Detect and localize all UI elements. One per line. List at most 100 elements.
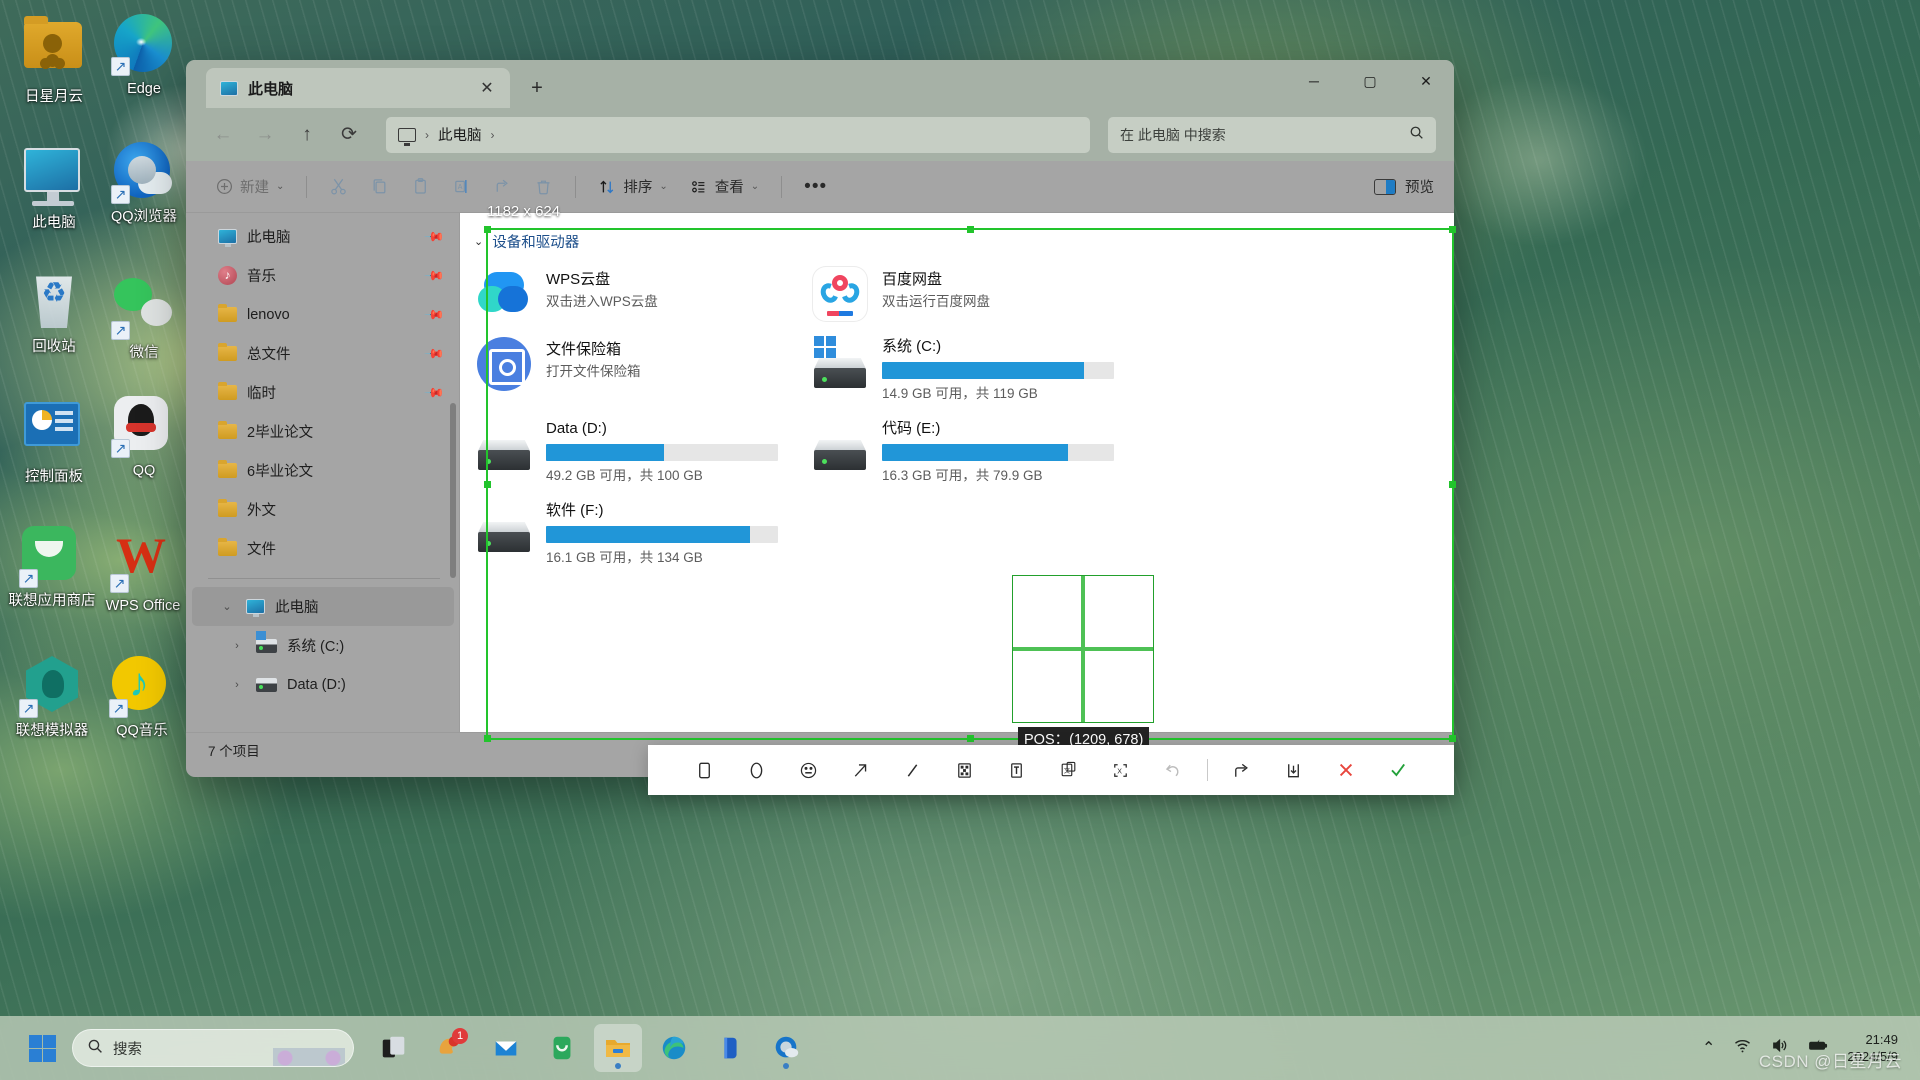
desktop-icon-control-panel[interactable]: 控制面板 [6,396,102,486]
taskbar-onedrive-blue[interactable] [706,1024,754,1072]
item-count-label: 7 个项目 [208,743,260,759]
search-input[interactable]: 在 此电脑 中搜索 [1108,116,1436,153]
breadcrumb-item[interactable]: 此电脑 [438,124,482,145]
share-button[interactable] [483,170,522,204]
taskbar-edge[interactable] [650,1024,698,1072]
new-button[interactable]: 新建 ⌄ [206,170,294,204]
address-bar[interactable]: › 此电脑 › [386,116,1090,153]
chevron-down-icon[interactable]: ⌄ [218,600,236,613]
sidebar-tree-data-d[interactable]: › Data (D:) [186,665,460,704]
desktop-icon-qq[interactable]: ↗ QQ [96,396,192,480]
sidebar-item-label: 总文件 [247,347,291,363]
mosaic-tool[interactable] [939,745,991,795]
translate-tool[interactable]: 文 [1043,745,1095,795]
capture-magnifier [1012,575,1154,723]
item-baidu-netdisk[interactable]: 百度网盘 双击运行百度网盘 [812,262,1148,326]
desktop-icon-recycle-bin[interactable]: 回收站 [6,272,102,356]
ellipse-tool[interactable] [731,745,783,795]
chevron-down-icon[interactable]: ⌄ [474,235,483,248]
cancel-tool[interactable] [1320,745,1372,795]
taskbar-search-box[interactable]: 搜索 [72,1029,354,1067]
item-wps-cloud[interactable]: WPS云盘 双击进入WPS云盘 [476,262,812,326]
desktop-icon-this-pc[interactable]: 此电脑 [6,142,102,232]
drive-icon [812,418,868,474]
music-icon [218,266,237,285]
up-icon[interactable]: ↑ [288,118,326,152]
start-button[interactable] [22,1028,62,1068]
sidebar-item-thesis-6[interactable]: 6毕业论文 [186,451,460,490]
delete-button[interactable] [524,170,563,204]
emoji-tool[interactable] [783,745,835,795]
watermark: CSDN @日星月云 [1758,1052,1902,1071]
sidebar-tree-system-c[interactable]: › 系统 (C:) [186,626,460,665]
taskbar-qq-browser[interactable] [762,1024,810,1072]
sidebar-item-all-files[interactable]: 总文件 📌 [186,334,460,373]
pin-icon[interactable]: 📌 [423,225,445,248]
command-toolbar: 新建 ⌄ A 排序 ⌄ 查看 ⌄ ••• 预览 [186,161,1454,213]
drive-usage-bar [882,362,1114,379]
sidebar-item-this-pc[interactable]: 此电脑 📌 [186,217,460,256]
pen-tool[interactable] [887,745,939,795]
chevron-right-icon[interactable]: › [228,640,246,652]
taskbar-paint[interactable]: 1 [426,1024,474,1072]
pin-icon[interactable]: 📌 [423,264,445,287]
sidebar-item-music[interactable]: 音乐 📌 [186,256,460,295]
taskbar-file-explorer[interactable] [594,1024,642,1072]
forward-icon[interactable]: → [246,118,284,152]
taskbar-task-view[interactable] [370,1024,418,1072]
preview-pane-button[interactable]: 预览 [1374,176,1434,197]
text-tool[interactable] [991,745,1043,795]
desktop-icon-wps-office[interactable]: ↗ WPS Office [88,526,198,615]
sort-button[interactable]: 排序 ⌄ [588,170,677,204]
desktop-icon-edge[interactable]: ↗ Edge [96,14,192,98]
sidebar-item-files[interactable]: 文件 [186,529,460,568]
group-header-devices[interactable]: ⌄ 设备和驱动器 [460,231,1454,252]
new-tab-button[interactable]: + [520,71,554,105]
desktop-icon-qq-music[interactable]: ↗ QQ音乐 [88,656,196,740]
desktop-icon-user-folder[interactable]: 日星月云 [6,14,102,106]
taskbar-mail[interactable] [482,1024,530,1072]
tab-this-pc[interactable]: 此电脑 ✕ [206,68,510,108]
view-button[interactable]: 查看 ⌄ [680,170,769,204]
taskbar-lenovo-store[interactable] [538,1024,586,1072]
rename-button[interactable]: A [442,170,481,204]
paste-button[interactable] [401,170,440,204]
rectangle-tool[interactable] [679,745,731,795]
close-icon[interactable]: ✕ [474,75,500,101]
chevron-up-icon[interactable]: ⌃ [1702,1038,1715,1058]
item-drive-c[interactable]: 系统 (C:) 14.9 GB 可用，共 119 GB [812,332,1148,408]
sidebar-tree-this-pc[interactable]: ⌄ 此电脑 [192,587,454,626]
undo-tool[interactable] [1147,745,1199,795]
sidebar-scrollbar[interactable] [450,403,456,578]
item-file-safe[interactable]: 文件保险箱 打开文件保险箱 [476,332,812,408]
more-options-button[interactable]: ••• [794,170,837,204]
sidebar-item-temp[interactable]: 临时 📌 [186,373,460,412]
confirm-tool[interactable] [1372,745,1424,795]
sidebar-item-foreign[interactable]: 外文 [186,490,460,529]
pin-icon[interactable]: 📌 [423,342,445,365]
sidebar-item-lenovo[interactable]: lenovo 📌 [186,295,460,334]
close-button[interactable]: ✕ [1398,60,1454,102]
copy-button[interactable] [360,170,399,204]
desktop-icon-wechat[interactable]: ↗ 微信 [96,272,192,362]
file-safe-icon [476,336,532,392]
wifi-icon[interactable] [1733,1036,1752,1060]
arrow-tool[interactable] [835,745,887,795]
item-drive-f[interactable]: 软件 (F:) 16.1 GB 可用，共 134 GB [476,496,812,572]
share-tool[interactable] [1216,745,1268,795]
maximize-button[interactable]: ▢ [1342,60,1398,102]
cut-button[interactable] [319,170,358,204]
ocr-tool[interactable]: X [1095,745,1147,795]
item-drive-e[interactable]: 代码 (E:) 16.3 GB 可用，共 79.9 GB [812,414,1148,490]
back-icon[interactable]: ← [204,118,242,152]
refresh-icon[interactable]: ⟳ [330,118,368,152]
sidebar-item-thesis-2[interactable]: 2毕业论文 [186,412,460,451]
running-indicator [783,1063,789,1069]
desktop-icon-qq-browser[interactable]: ↗ QQ浏览器 [96,142,192,226]
pin-icon[interactable]: 📌 [423,381,445,404]
save-tool[interactable] [1268,745,1320,795]
pin-icon[interactable]: 📌 [423,303,445,326]
item-drive-d[interactable]: Data (D:) 49.2 GB 可用，共 100 GB [476,414,812,490]
chevron-right-icon[interactable]: › [228,679,246,691]
minimize-button[interactable]: ─ [1286,60,1342,102]
